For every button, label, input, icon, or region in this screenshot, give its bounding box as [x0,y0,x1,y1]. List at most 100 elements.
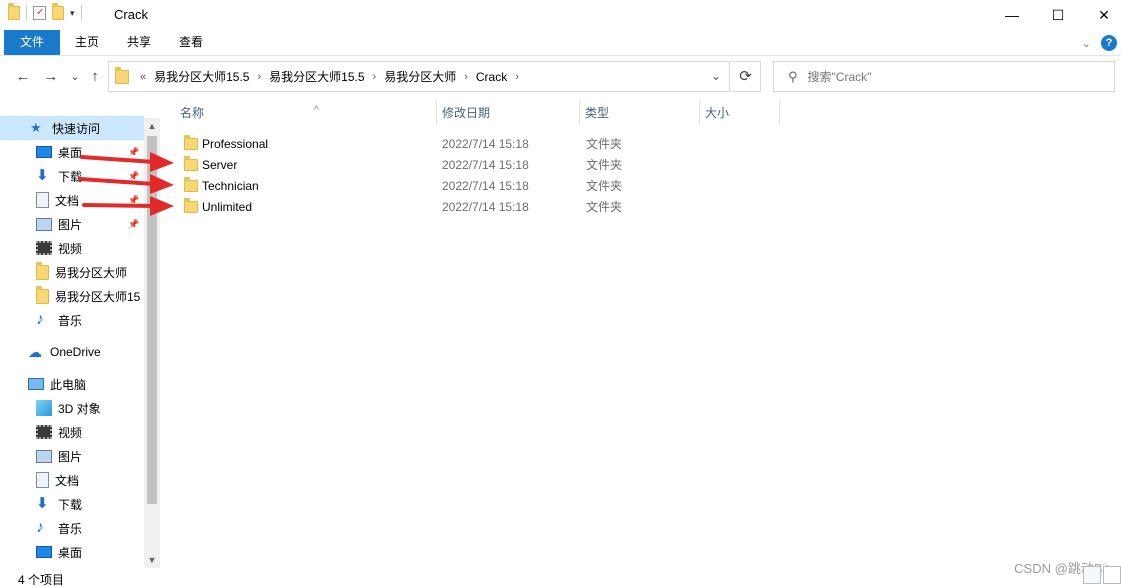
maximize-button[interactable]: ☐ [1035,0,1081,30]
new-folder-icon[interactable] [52,3,64,20]
folder-icon [184,177,198,192]
sidebar-item-videos[interactable]: 视频 [0,420,144,444]
file-date: 2022/7/14 15:18 [442,157,529,172]
red-arrow-icon [80,152,174,172]
column-header-date[interactable]: 修改日期 [436,98,579,128]
sidebar-item-label: 视频 [58,241,83,256]
search-box[interactable]: ⚲ [773,61,1115,92]
folder-icon [184,156,198,171]
minimize-button[interactable]: — [989,0,1035,30]
sidebar-item-quick-access[interactable]: ★ 快速访问 [0,116,144,140]
sidebar-item-label: 音乐 [58,313,83,328]
column-header-label: 修改日期 [442,106,491,120]
breadcrumb-chevron-icon[interactable]: › [512,71,522,83]
sidebar-item-label: 下载 [58,497,83,512]
address-bar[interactable]: « 易我分区大师15.5 › 易我分区大师15.5 › 易我分区大师 › Cra… [108,61,730,92]
sidebar-item-label: 易我分区大师 [55,265,128,280]
sidebar-item-onedrive[interactable]: ☁ OneDrive [0,340,144,364]
desktop-icon [36,546,52,558]
download-icon: ⬇ [36,495,49,512]
breadcrumb-chevron-icon[interactable]: › [461,71,471,83]
annotation-arrows [78,152,174,216]
file-date: 2022/7/14 15:18 [442,136,529,151]
customize-toolbar-icon[interactable]: ▾ [70,8,75,19]
tab-home[interactable]: 主页 [64,30,110,55]
sidebar-item-music[interactable]: ♪ 音乐 [0,516,144,540]
breadcrumb-segment[interactable]: 易我分区大师15.5 [264,68,369,85]
file-row[interactable]: Server 2022/7/14 15:18 文件夹 [180,154,720,175]
file-list: 名称 ^ 修改日期 类型 大小 Professional 2022/7/14 1… [160,98,1121,568]
sidebar-item-label: 文档 [55,473,80,488]
recent-locations-button[interactable]: ⌄ [66,67,84,87]
details-view-icon[interactable] [1083,566,1101,584]
sidebar-item-label: 音乐 [58,521,83,536]
sidebar-item-this-pc[interactable]: 此电脑 [0,372,144,396]
sidebar-item-label: 视频 [58,425,83,440]
address-dropdown-icon[interactable]: ⌄ [711,69,721,83]
column-header-label: 大小 [705,106,730,120]
file-type: 文件夹 [586,179,623,193]
column-header-size[interactable]: 大小 [699,98,779,128]
red-arrow-icon [82,196,174,216]
breadcrumb-chevron-icon[interactable]: › [254,71,264,83]
scroll-down-icon[interactable]: ▼ [144,552,160,568]
folder-icon [36,285,49,304]
forward-button[interactable]: → [42,67,60,87]
music-icon: ♪ [36,311,44,328]
3d-objects-icon [36,400,52,416]
breadcrumb-overflow[interactable]: « [137,71,149,83]
toolbar-separator [80,5,82,21]
expand-ribbon-icon[interactable]: ⌄ [1082,37,1091,50]
sidebar-item-label: OneDrive [50,345,101,359]
sidebar-item-label: 易我分区大师15 [55,289,141,304]
title-bar: ✓ ▾ Crack — ☐ ✕ [0,0,1121,30]
column-divider[interactable] [779,100,780,126]
close-button[interactable]: ✕ [1081,0,1121,30]
back-button[interactable]: ← [14,67,32,87]
breadcrumb-segment[interactable]: 易我分区大师 [379,68,461,85]
folder-icon [184,198,198,213]
column-header-type[interactable]: 类型 [579,98,699,128]
file-row[interactable]: Professional 2022/7/14 15:18 文件夹 [180,133,720,154]
sidebar-item-label: 此电脑 [50,377,87,392]
sidebar-item-folder[interactable]: 易我分区大师 [0,260,144,284]
sidebar-item-downloads[interactable]: ⬇ 下载 [0,492,144,516]
folder-icon[interactable] [8,3,20,20]
sidebar-item-videos[interactable]: 视频 [0,236,144,260]
download-icon: ⬇ [36,167,49,184]
sort-ascending-icon: ^ [314,105,319,116]
refresh-button[interactable]: ⟳ [731,61,761,92]
tab-view[interactable]: 查看 [168,30,214,55]
sidebar-item-music[interactable]: ♪ 音乐 [0,308,144,332]
help-icon[interactable]: ? [1101,35,1117,51]
sidebar-item-desktop[interactable]: 桌面 [0,540,144,564]
document-icon [36,192,49,208]
sidebar-item-label: 3D 对象 [58,401,101,416]
properties-icon[interactable]: ✓ [33,6,46,20]
large-icons-view-icon[interactable] [1103,566,1121,584]
folder-icon [184,135,198,150]
up-button[interactable]: ↑ [86,67,104,87]
navigation-bar: ← → ⌄ ↑ « 易我分区大师15.5 › 易我分区大师15.5 › 易我分区… [0,57,1121,97]
file-type: 文件夹 [586,200,623,214]
file-row[interactable]: Technician 2022/7/14 15:18 文件夹 [180,175,720,196]
file-row[interactable]: Unlimited 2022/7/14 15:18 文件夹 [180,196,720,217]
sidebar-item-label: 图片 [58,217,83,232]
pin-icon[interactable]: 📌 [128,219,139,230]
breadcrumb-chevron-icon[interactable]: › [370,71,380,83]
breadcrumb-segment[interactable]: Crack [471,70,512,84]
scroll-up-icon[interactable]: ▲ [144,118,160,134]
column-header-label: 名称 [180,106,205,120]
column-header-label: 类型 [585,106,610,120]
sidebar-item-folder[interactable]: 易我分区大师15 [0,284,144,308]
file-name: Professional [202,136,269,151]
sidebar-item-documents[interactable]: 文档 [0,468,144,492]
tab-file[interactable]: 文件 [4,30,60,55]
breadcrumb-segment[interactable]: 易我分区大师15.5 [149,68,254,85]
tab-share[interactable]: 共享 [116,30,162,55]
column-header-name[interactable]: 名称 ^ [174,98,436,128]
sidebar-item-pictures[interactable]: 图片 [0,444,144,468]
music-icon: ♪ [36,519,44,536]
sidebar-item-3d-objects[interactable]: 3D 对象 [0,396,144,420]
search-input[interactable] [807,69,1088,84]
